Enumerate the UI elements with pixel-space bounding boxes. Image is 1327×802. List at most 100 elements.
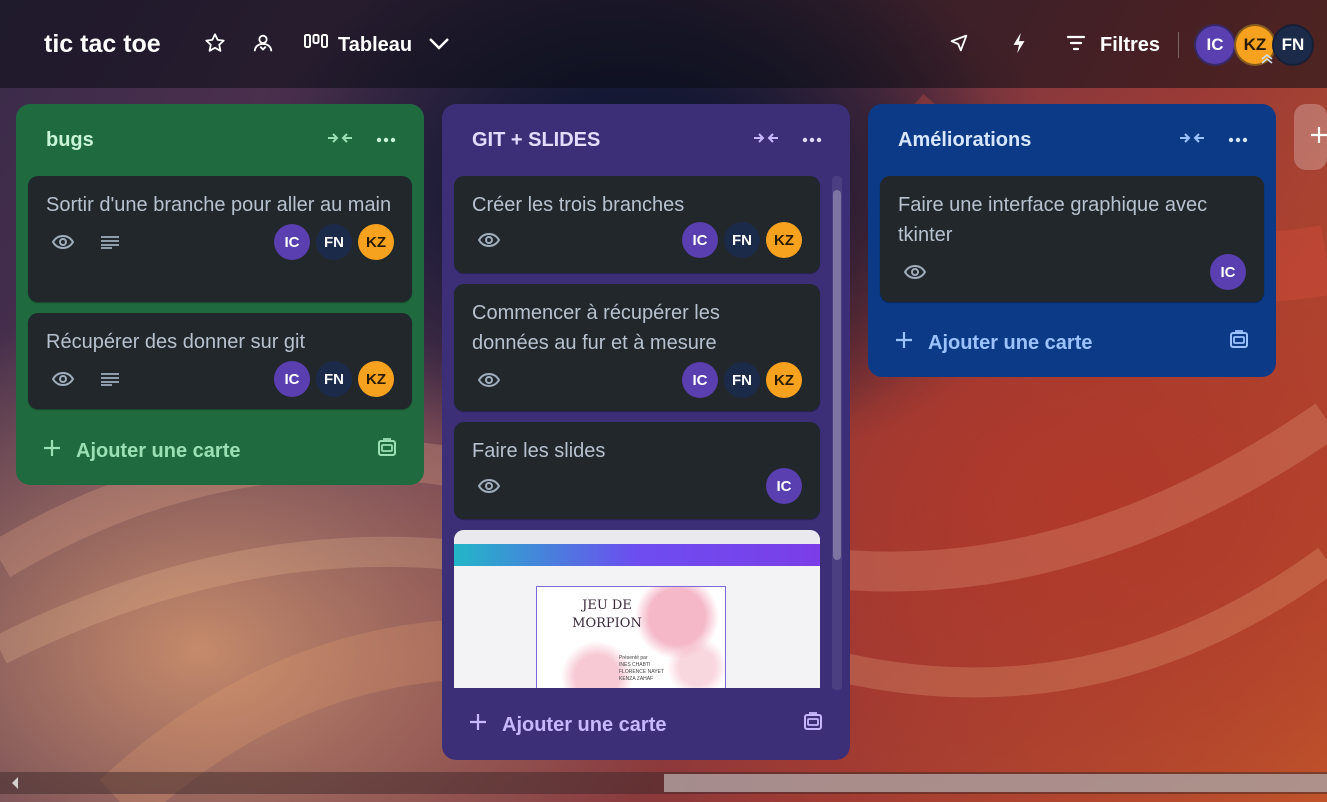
add-card-label: Ajouter une carte — [928, 331, 1093, 354]
board-header: tic tac toe Tableau Filtres IC KZ FN — [0, 0, 1327, 88]
filters-button[interactable]: Filtres — [1066, 28, 1160, 62]
collapse-list-icon[interactable] — [326, 130, 354, 151]
card-members: IC FN KZ — [274, 361, 394, 397]
card[interactable]: Faire les slides IC — [454, 422, 820, 519]
eye-icon — [478, 373, 500, 387]
lightning-icon[interactable] — [1006, 30, 1032, 56]
slide-credits: Présenté par INES CHABTI FLORENCE NAYET … — [619, 655, 664, 682]
eye-icon — [478, 233, 500, 247]
card-template-icon[interactable] — [1228, 330, 1250, 355]
card-badges: IC FN KZ — [46, 361, 394, 397]
slide-preview: JEU DE MORPION Présenté par INES CHABTI … — [536, 586, 726, 688]
slide-title: JEU DE MORPION — [572, 598, 642, 631]
list-cards-scroll-area: Créer les trois branches IC FN KZ Commen… — [442, 176, 850, 690]
list-header: bugs — [28, 104, 412, 176]
board-view-icon — [304, 33, 328, 57]
list-title[interactable]: bugs — [46, 129, 94, 152]
filters-label: Filtres — [1100, 33, 1161, 56]
rocket-icon[interactable] — [946, 30, 972, 56]
list-title[interactable]: GIT + SLIDES — [472, 129, 600, 152]
add-list-button[interactable] — [1294, 104, 1327, 170]
list-header: GIT + SLIDES — [454, 104, 838, 176]
list-git-slides: GIT + SLIDES Créer les trois branches IC… — [442, 104, 850, 760]
add-card-label: Ajouter une carte — [502, 713, 667, 736]
plus-icon — [1310, 126, 1327, 149]
member-avatar[interactable]: IC — [1210, 254, 1246, 290]
view-label: Tableau — [338, 33, 413, 56]
list-title[interactable]: Améliorations — [898, 129, 1031, 152]
more-icon[interactable] — [376, 130, 396, 148]
member-avatar[interactable]: IC — [682, 222, 718, 258]
header-divider — [1178, 32, 1179, 58]
add-card-button[interactable]: Ajouter une carte — [42, 438, 240, 464]
card-members: IC FN KZ — [682, 222, 802, 258]
member-avatar[interactable]: KZ — [358, 224, 394, 260]
member-avatar[interactable]: FN — [316, 224, 352, 260]
board-scrollbar-thumb[interactable] — [664, 774, 1327, 792]
member-avatar[interactable]: FN — [724, 222, 760, 258]
card-template-icon[interactable] — [376, 438, 398, 463]
card-badges: IC — [898, 254, 1246, 290]
member-avatar[interactable]: IC — [1194, 24, 1236, 66]
card-badges: IC — [472, 468, 802, 504]
filter-icon — [1066, 34, 1086, 57]
scroll-left-icon[interactable] — [10, 776, 20, 795]
card[interactable]: Commencer à récupérer les données au fur… — [454, 284, 820, 411]
member-avatar[interactable]: IC — [274, 361, 310, 397]
cover-browser-bar — [454, 530, 820, 544]
board-horizontal-scrollbar[interactable] — [0, 772, 1327, 794]
card[interactable]: Récupérer des donner sur git IC FN KZ — [28, 313, 412, 409]
card-cover-image[interactable]: JEU DE MORPION Présenté par INES CHABTI … — [454, 530, 820, 688]
description-icon — [100, 235, 120, 249]
card-members: IC FN KZ — [682, 362, 802, 398]
eye-icon — [52, 372, 74, 386]
eye-icon — [52, 235, 74, 249]
description-icon — [100, 372, 120, 386]
card-badges: IC FN KZ — [472, 222, 802, 258]
collapse-list-icon[interactable] — [1178, 130, 1206, 151]
add-card-button[interactable]: Ajouter une carte — [468, 712, 666, 738]
add-card-button[interactable]: Ajouter une carte — [894, 330, 1092, 356]
eye-icon — [478, 479, 500, 493]
card[interactable]: Faire une interface graphique avec tkint… — [880, 176, 1264, 302]
team-visibility-icon[interactable] — [250, 30, 276, 56]
add-card-label: Ajouter une carte — [76, 439, 241, 462]
card-badges: IC FN KZ — [46, 224, 394, 260]
member-avatar[interactable]: FN — [724, 362, 760, 398]
card[interactable]: Créer les trois branches IC FN KZ — [454, 176, 820, 273]
card-template-icon[interactable] — [802, 712, 824, 737]
board-title[interactable]: tic tac toe — [44, 30, 161, 59]
member-avatar[interactable]: FN — [1272, 24, 1314, 66]
card-members: IC FN KZ — [274, 224, 394, 260]
chevron-down-icon — [428, 34, 450, 57]
card-title: Créer les trois branches — [472, 194, 685, 216]
list-scrollbar[interactable] — [832, 176, 842, 690]
member-avatar[interactable]: KZ — [766, 222, 802, 258]
more-icon[interactable] — [802, 130, 822, 148]
eye-icon — [904, 265, 926, 279]
view-switcher-button[interactable]: Tableau — [304, 28, 450, 62]
plus-icon — [894, 330, 914, 356]
collapse-list-icon[interactable] — [752, 130, 780, 151]
card-title: Récupérer des donner sur git — [46, 331, 306, 353]
member-avatar[interactable]: IC — [682, 362, 718, 398]
card-members: IC — [766, 468, 802, 504]
list-bugs: bugs Sortir d'une branche pour aller au … — [16, 104, 424, 485]
more-icon[interactable] — [1228, 130, 1248, 148]
cover-editor-toolbar — [454, 544, 820, 566]
list-header: Améliorations — [880, 104, 1264, 176]
member-avatar[interactable]: KZ — [358, 361, 394, 397]
card-title: Commencer à récupérer les données au fur… — [472, 302, 720, 354]
card-title: Faire les slides — [472, 440, 606, 462]
list-ameliorations: Améliorations Faire une interface graphi… — [868, 104, 1276, 377]
member-avatar[interactable]: FN — [316, 361, 352, 397]
member-avatar[interactable]: IC — [274, 224, 310, 260]
plus-icon — [42, 438, 62, 464]
card[interactable]: Sortir d'une branche pour aller au main … — [28, 176, 412, 302]
card-title: Faire une interface graphique avec tkint… — [898, 194, 1208, 246]
plus-icon — [468, 712, 488, 738]
star-icon[interactable] — [202, 30, 228, 56]
member-avatar[interactable]: IC — [766, 468, 802, 504]
list-scrollbar-thumb[interactable] — [833, 190, 841, 560]
member-avatar[interactable]: KZ — [766, 362, 802, 398]
